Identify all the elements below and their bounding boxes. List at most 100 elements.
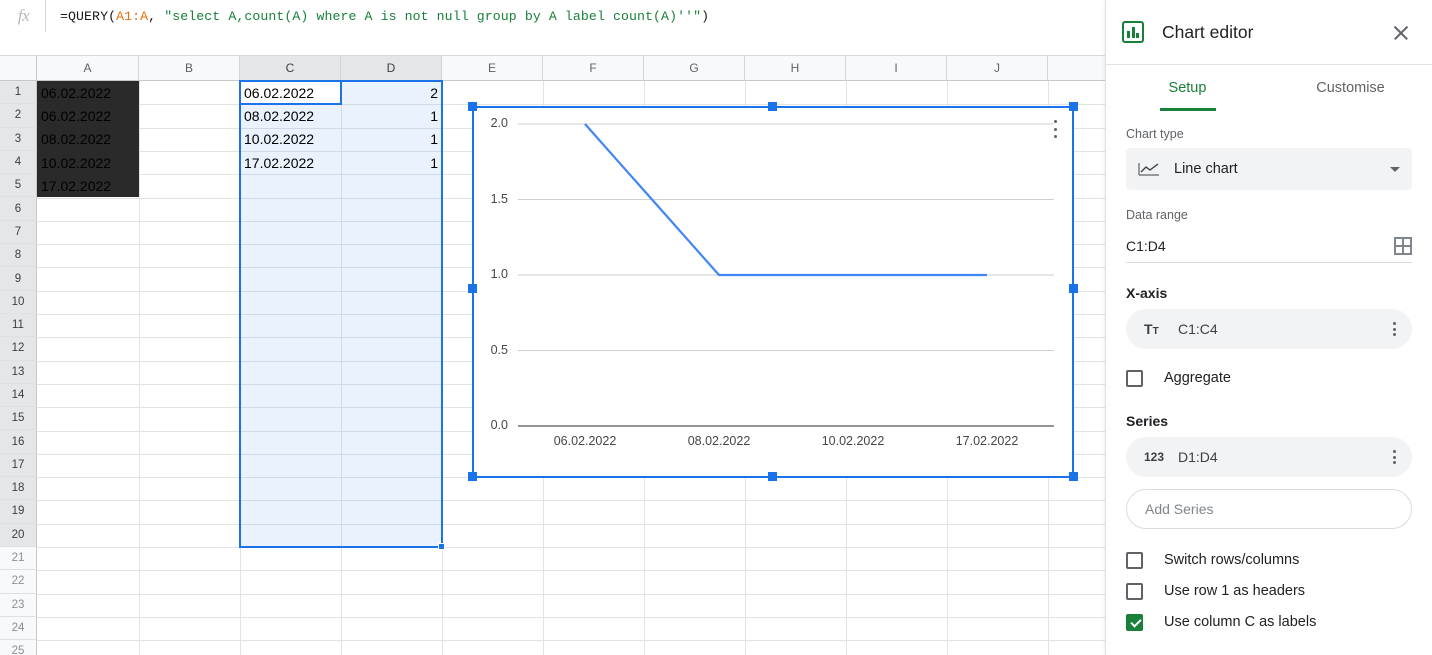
row-header-12[interactable]: 12 [0,337,37,361]
column-header-c[interactable]: C [240,56,341,81]
formula-token: =QUERY( [60,8,117,24]
cell-c2[interactable]: 08.02.2022 [240,104,341,127]
chart-resize-handle-s[interactable] [768,472,777,481]
use-row-1-headers-row[interactable]: Use row 1 as headers [1126,576,1412,606]
column-header-g[interactable]: G [644,56,745,81]
line-chart [518,123,1054,427]
row-header-4[interactable]: 4 [0,150,37,175]
row-header-9[interactable]: 9 [0,267,37,291]
cell-d2[interactable]: 1 [341,104,442,127]
row-header-13[interactable]: 13 [0,360,37,384]
row-header-column: 1 2 3 4 5 6 7 8 9 10 11 12 13 14 15 16 17 18 19 20 21 22 23 24 2… [0,81,37,655]
text-type-icon: TT [1144,321,1159,337]
spreadsheet-app: fx =QUERY(A1:A, "select A,count(A) where… [0,0,1432,655]
x-axis-tick-label: 08.02.2022 [687,434,751,448]
add-series-button[interactable]: Add Series [1126,489,1412,529]
row-header-18[interactable]: 18 [0,477,37,501]
number-type-icon: 123 [1144,450,1165,464]
row-header-23[interactable]: 23 [0,593,37,617]
switch-rows-columns-row[interactable]: Switch rows/columns [1126,545,1412,575]
chart-resize-handle-se[interactable] [1069,472,1078,481]
formula-token: A1:A [116,8,149,24]
chart-editor-title: Chart editor [1162,21,1254,42]
aggregate-checkbox-row[interactable]: Aggregate [1126,363,1412,393]
switch-rows-columns-checkbox[interactable] [1126,551,1143,569]
column-header-i[interactable]: I [846,56,947,81]
chart-editor-header: Chart editor [1106,0,1432,64]
chart-resize-handle-e[interactable] [1069,284,1078,293]
select-all-corner[interactable] [0,56,37,81]
row-header-2[interactable]: 2 [0,104,37,128]
x-axis-more-menu-button[interactable] [1384,319,1404,339]
chart-more-menu-button[interactable] [1048,118,1062,140]
row-header-14[interactable]: 14 [0,383,37,408]
column-header-a[interactable]: A [37,56,139,81]
row-header-22[interactable]: 22 [0,570,37,594]
row-header-25[interactable]: 25 [0,640,37,655]
column-header-e[interactable]: E [442,56,543,81]
chart-resize-handle-n[interactable] [768,102,777,111]
use-row-1-headers-checkbox[interactable] [1126,582,1143,600]
cell-c4[interactable]: 17.02.2022 [240,151,341,174]
chart-resize-handle-sw[interactable] [468,472,477,481]
use-column-c-labels-row[interactable]: Use column C as labels [1126,607,1412,637]
use-row-1-headers-label: Use row 1 as headers [1164,583,1306,599]
column-header-d[interactable]: D [341,56,442,81]
row-header-17[interactable]: 17 [0,453,37,478]
series-chip[interactable]: 123 D1:D4 [1126,437,1412,477]
row-header-24[interactable]: 24 [0,616,37,641]
row-header-5[interactable]: 5 [0,174,37,198]
cell-d4[interactable]: 1 [341,151,442,174]
cell-a4[interactable]: 10.02.2022 [37,150,139,175]
column-header-b[interactable]: B [139,56,240,81]
cell-c3[interactable]: 10.02.2022 [240,128,341,151]
row-header-8[interactable]: 8 [0,244,37,268]
column-header-f[interactable]: F [543,56,644,81]
chart-editor-panel: Chart editor Setup Customise Chart type … [1105,0,1432,655]
row-header-16[interactable]: 16 [0,430,37,454]
cell-d1[interactable]: 2 [341,81,442,104]
aggregate-checkbox[interactable] [1126,369,1143,387]
y-axis-tick-label: 2.0 [490,116,508,130]
row-header-11[interactable]: 11 [0,313,37,338]
chart-resize-handle-w[interactable] [468,284,477,293]
series-value: D1:D4 [1178,449,1218,465]
switch-rows-columns-label: Switch rows/columns [1164,552,1300,568]
row-header-7[interactable]: 7 [0,220,37,245]
row-header-15[interactable]: 15 [0,407,37,431]
cell-a5[interactable]: 17.02.2022 [37,174,139,198]
row-header-1[interactable]: 1 [0,81,37,105]
use-column-c-labels-checkbox[interactable] [1126,613,1143,631]
chart-resize-handle-ne[interactable] [1069,102,1078,111]
series-more-menu-button[interactable] [1384,447,1404,467]
cell-a1[interactable]: 06.02.2022 [37,81,139,105]
cell-a3[interactable]: 08.02.2022 [37,127,139,151]
row-header-21[interactable]: 21 [0,546,37,571]
grid-select-icon[interactable] [1394,236,1412,255]
cell-a2[interactable]: 06.02.2022 [37,104,139,128]
tab-customise[interactable]: Customise [1269,65,1432,111]
row-header-3[interactable]: 3 [0,127,37,151]
cell-d3[interactable]: 1 [341,128,442,151]
column-header-j[interactable]: J [947,56,1048,81]
row-header-19[interactable]: 19 [0,500,37,524]
row-header-20[interactable]: 20 [0,523,37,547]
chart-object[interactable]: 0.0 0.5 1.0 1.5 2.0 06.02.2022 08.02.2022 10.02… [468,102,1078,481]
formula-token: ) [701,8,710,24]
data-range-row[interactable]: C1:D4 [1126,229,1412,263]
fx-label: fx [0,0,45,32]
tab-setup[interactable]: Setup [1106,65,1269,111]
column-header-h[interactable]: H [745,56,846,81]
x-axis-chip[interactable]: TT C1:C4 [1126,309,1412,349]
row-header-10[interactable]: 10 [0,290,37,314]
row-header-6[interactable]: 6 [0,197,37,221]
y-axis-tick-label: 0.5 [490,342,508,357]
fill-handle[interactable] [438,543,445,550]
chart-editor-body: Chart type Line chart Data range C1:D4 X… [1106,111,1432,637]
chart-type-select[interactable]: Line chart [1126,148,1412,190]
y-axis-tick-label: 0.0 [490,418,508,432]
data-range-label: Data range [1126,208,1188,222]
data-range-value: C1:D4 [1126,237,1166,254]
close-icon[interactable] [1388,19,1414,45]
chart-resize-handle-nw[interactable] [468,102,477,111]
